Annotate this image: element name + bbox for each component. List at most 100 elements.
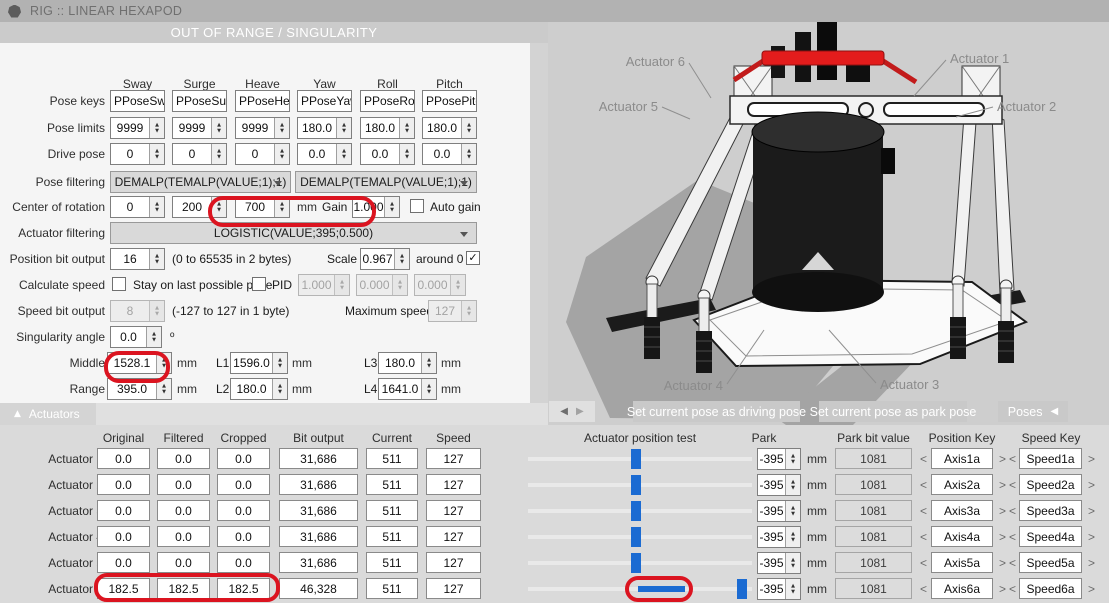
gain-spinner[interactable]: 1.000▲▼ <box>352 196 400 218</box>
drive-pose-surge-spinner[interactable]: 0▲▼ <box>172 143 227 165</box>
spinner-arrows-icon[interactable]: ▲▼ <box>399 118 414 138</box>
slider-handle[interactable] <box>737 579 747 599</box>
position-key-next-button[interactable]: > <box>999 478 1006 492</box>
slider-handle[interactable] <box>631 449 641 469</box>
spinner-arrows-icon[interactable]: ▲▼ <box>274 144 289 164</box>
pose-key-yaw-input[interactable]: PPoseYaw <box>297 90 352 112</box>
next-pose-icon[interactable]: ▶ <box>576 406 584 417</box>
set-driving-pose-button[interactable]: Set current pose as driving pose <box>633 401 800 422</box>
spinner-arrows-icon[interactable]: ▲▼ <box>461 144 476 164</box>
position-key-prev-button[interactable]: < <box>920 582 927 596</box>
speed-key-next-button[interactable]: > <box>1088 478 1095 492</box>
range-spinner[interactable]: 395.0▲▼ <box>107 378 172 400</box>
spinner-arrows-icon[interactable]: ▲▼ <box>399 144 414 164</box>
spinner-arrows-icon[interactable]: ▲▼ <box>149 197 164 217</box>
position-key-next-button[interactable]: > <box>999 582 1006 596</box>
spinner-arrows-icon[interactable]: ▲▼ <box>149 118 164 138</box>
tab-actuators[interactable]: ▲ Actuators <box>0 403 96 425</box>
speed-key-field[interactable]: Speed2a <box>1019 474 1082 495</box>
auto-gain-checkbox[interactable] <box>410 199 424 213</box>
actuator-position-test-slider[interactable] <box>528 552 752 574</box>
pid-checkbox[interactable] <box>252 277 266 291</box>
spinner-arrows-icon[interactable]: ▲▼ <box>211 118 226 138</box>
speed-key-field[interactable]: Speed1a <box>1019 448 1082 469</box>
speed-key-field[interactable]: Speed3a <box>1019 500 1082 521</box>
pose-key-surge-input[interactable]: PPoseSurge <box>172 90 227 112</box>
slider-handle[interactable] <box>631 553 641 573</box>
cor-x-spinner[interactable]: 0▲▼ <box>110 196 165 218</box>
spinner-arrows-icon[interactable]: ▲▼ <box>785 501 800 521</box>
speed-key-prev-button[interactable]: < <box>1009 556 1016 570</box>
spinner-arrows-icon[interactable]: ▲▼ <box>156 353 171 373</box>
position-key-next-button[interactable]: > <box>999 556 1006 570</box>
speed-key-next-button[interactable]: > <box>1088 582 1095 596</box>
park-spinner[interactable]: -395▲▼ <box>757 448 801 470</box>
spinner-arrows-icon[interactable]: ▲▼ <box>336 144 351 164</box>
pose-filtering-dropdown-translation[interactable]: DEMALP(TEMALP(VALUE;1);1) <box>110 171 291 193</box>
spinner-arrows-icon[interactable]: ▲▼ <box>272 353 287 373</box>
park-spinner[interactable]: -395▲▼ <box>757 552 801 574</box>
park-spinner[interactable]: -395▲▼ <box>757 500 801 522</box>
spinner-arrows-icon[interactable]: ▲▼ <box>149 249 164 269</box>
position-key-next-button[interactable]: > <box>999 452 1006 466</box>
position-key-prev-button[interactable]: < <box>920 504 927 518</box>
l1-spinner[interactable]: 1596.0▲▼ <box>230 352 288 374</box>
spinner-arrows-icon[interactable]: ▲▼ <box>274 118 289 138</box>
drive-pose-pitch-spinner[interactable]: 0.0▲▼ <box>422 143 477 165</box>
slider-handle[interactable] <box>631 527 641 547</box>
pose-key-roll-input[interactable]: PPoseRoll <box>360 90 415 112</box>
spinner-arrows-icon[interactable]: ▲▼ <box>785 553 800 573</box>
spinner-arrows-icon[interactable]: ▲▼ <box>785 579 800 599</box>
drive-pose-sway-spinner[interactable]: 0▲▼ <box>110 143 165 165</box>
pose-limit-roll-spinner[interactable]: 180.0▲▼ <box>360 117 415 139</box>
speed-key-prev-button[interactable]: < <box>1009 582 1016 596</box>
speed-key-field[interactable]: Speed5a <box>1019 552 1082 573</box>
pose-limit-heave-spinner[interactable]: 9999▲▼ <box>235 117 290 139</box>
speed-key-prev-button[interactable]: < <box>1009 452 1016 466</box>
poses-button[interactable]: Poses ◀ <box>998 401 1068 422</box>
l2-spinner[interactable]: 180.0▲▼ <box>230 378 288 400</box>
position-key-field[interactable]: Axis2a <box>931 474 993 495</box>
actuator-position-test-slider[interactable] <box>528 448 752 470</box>
speed-key-next-button[interactable]: > <box>1088 556 1095 570</box>
position-key-prev-button[interactable]: < <box>920 478 927 492</box>
position-key-field[interactable]: Axis4a <box>931 526 993 547</box>
pose-key-heave-input[interactable]: PPoseHeave <box>235 90 290 112</box>
pose-limit-sway-spinner[interactable]: 9999▲▼ <box>110 117 165 139</box>
hexapod-3d-viewport[interactable]: Actuator 6 Actuator 1 Actuator 5 Actuato… <box>548 22 1109 425</box>
spinner-arrows-icon[interactable]: ▲▼ <box>211 144 226 164</box>
speed-key-next-button[interactable]: > <box>1088 452 1095 466</box>
actuator-position-test-slider[interactable] <box>528 526 752 548</box>
position-key-prev-button[interactable]: < <box>920 452 927 466</box>
spinner-arrows-icon[interactable]: ▲▼ <box>785 527 800 547</box>
spinner-arrows-icon[interactable]: ▲▼ <box>785 475 800 495</box>
spinner-arrows-icon[interactable]: ▲▼ <box>461 118 476 138</box>
position-key-prev-button[interactable]: < <box>920 556 927 570</box>
drive-pose-heave-spinner[interactable]: 0▲▼ <box>235 143 290 165</box>
cor-z-spinner[interactable]: 700▲▼ <box>235 196 290 218</box>
actuator-filtering-dropdown[interactable]: LOGISTIC(VALUE;395;0.500) <box>110 222 477 244</box>
around-zero-checkbox[interactable] <box>466 251 480 265</box>
speed-key-prev-button[interactable]: < <box>1009 504 1016 518</box>
speed-key-field[interactable]: Speed6a <box>1019 578 1082 599</box>
spinner-arrows-icon[interactable]: ▲▼ <box>336 118 351 138</box>
pose-key-pitch-input[interactable]: PPosePitch <box>422 90 477 112</box>
spinner-arrows-icon[interactable]: ▲▼ <box>146 327 161 347</box>
position-bit-spinner[interactable]: 16▲▼ <box>110 248 165 270</box>
spinner-arrows-icon[interactable]: ▲▼ <box>156 379 171 399</box>
spinner-arrows-icon[interactable]: ▲▼ <box>394 249 409 269</box>
drive-pose-roll-spinner[interactable]: 0.0▲▼ <box>360 143 415 165</box>
pose-nav-buttons[interactable]: ◀ ▶ <box>549 401 595 422</box>
middle-spinner[interactable]: 1528.1▲▼ <box>107 352 172 374</box>
set-park-pose-button[interactable]: Set current pose as park pose <box>819 401 967 422</box>
spinner-arrows-icon[interactable]: ▲▼ <box>149 144 164 164</box>
position-key-field[interactable]: Axis6a <box>931 578 993 599</box>
position-key-field[interactable]: Axis3a <box>931 500 993 521</box>
pose-filtering-dropdown-rotation[interactable]: DEMALP(TEMALP(VALUE;1);1) <box>295 171 477 193</box>
speed-key-field[interactable]: Speed4a <box>1019 526 1082 547</box>
drive-pose-yaw-spinner[interactable]: 0.0▲▼ <box>297 143 352 165</box>
l3-spinner[interactable]: 180.0▲▼ <box>378 352 437 374</box>
spinner-arrows-icon[interactable]: ▲▼ <box>421 379 436 399</box>
speed-key-next-button[interactable]: > <box>1088 530 1095 544</box>
position-key-prev-button[interactable]: < <box>920 530 927 544</box>
